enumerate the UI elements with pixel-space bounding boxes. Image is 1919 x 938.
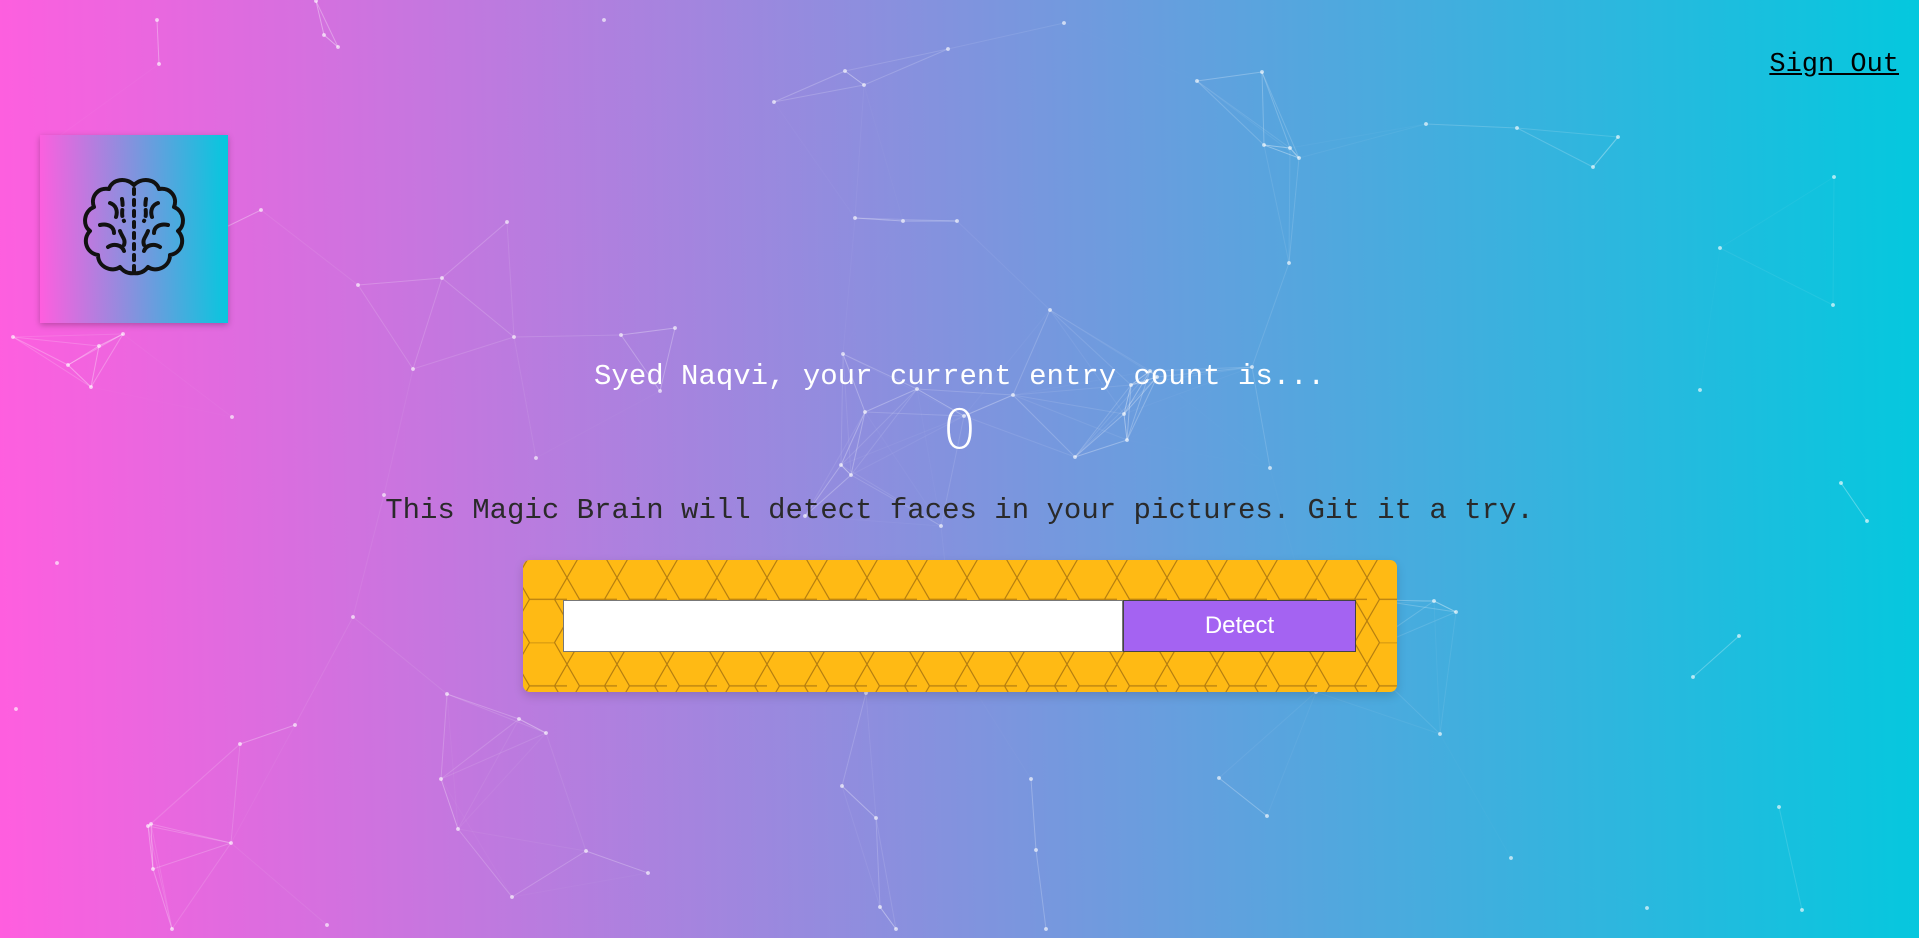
entry-count: 0 [942, 398, 977, 461]
image-url-input[interactable] [563, 600, 1123, 652]
sign-out-link[interactable]: Sign Out [1769, 50, 1899, 80]
particles-background [11, 0, 1869, 931]
image-link-form: Detect [523, 560, 1397, 692]
detect-button[interactable]: Detect [1123, 600, 1356, 652]
brain-icon [83, 178, 185, 276]
rank-message: Syed Naqvi, your current entry count is.… [594, 360, 1325, 393]
intro-text: This Magic Brain will detect faces in yo… [385, 494, 1534, 527]
logo [40, 135, 228, 323]
